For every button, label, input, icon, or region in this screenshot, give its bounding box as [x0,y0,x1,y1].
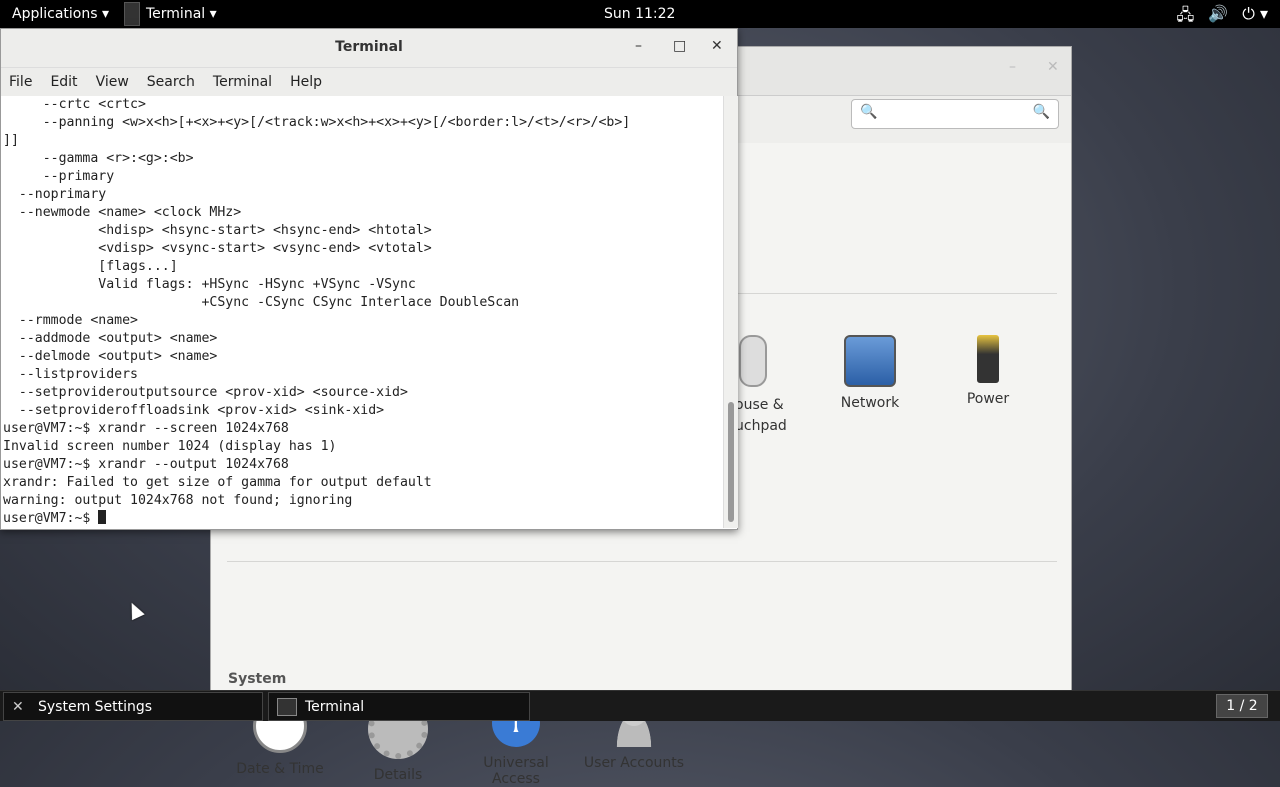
maximize-button[interactable]: □ [673,38,686,54]
task-label: System Settings [38,698,153,715]
section-header-system: System [228,671,287,687]
terminal-icon [277,697,297,716]
network-icon[interactable]: 🖧 [1176,4,1194,31]
terminal-window: Terminal – □ ✕ File Edit View Search Ter… [0,28,738,530]
volume-icon[interactable]: 🔊 [1208,4,1228,31]
minimize-button[interactable]: – [1009,59,1016,75]
settings-search-input[interactable]: 🔍 🔍 [851,99,1059,129]
task-label: Terminal [305,698,365,715]
divider [737,293,1057,294]
battery-icon [977,335,999,383]
close-button[interactable]: ✕ [711,38,723,54]
menu-file[interactable]: File [9,74,32,90]
terminal-menubar: File Edit View Search Terminal Help [1,68,737,97]
search-icon: 🔍 [1032,104,1050,120]
minimize-button[interactable]: – [635,38,642,54]
settings-icon: ✕ [12,698,24,715]
mouse-pointer [125,599,145,621]
tile-power[interactable]: Power [933,335,1043,407]
search-icon: 🔍 [860,104,878,120]
menu-search[interactable]: Search [147,74,195,90]
scrollbar-thumb[interactable] [728,402,734,522]
tile-label: Date & Time [236,761,324,777]
window-title: Terminal [335,39,403,55]
mouse-icon [739,335,767,387]
workspace-switcher[interactable]: 1 / 2 [1216,694,1268,718]
divider [227,561,1057,562]
menu-terminal[interactable]: Terminal [213,74,272,90]
terminal-titlebar[interactable]: Terminal – □ ✕ [1,29,737,68]
close-button[interactable]: ✕ [1047,59,1059,75]
terminal-console[interactable]: --crtc <crtc> --panning <w>x<h>[+<x>+<y>… [1,96,723,528]
applications-menu[interactable]: Applications ▾ [12,6,109,22]
clock[interactable]: Sun 11:22 [604,6,675,22]
tile-label: Power [966,391,1010,407]
scrollbar[interactable] [723,96,738,528]
task-terminal[interactable]: Terminal [268,692,530,721]
tile-network[interactable]: Network [815,335,925,411]
tile-label: User Accounts [583,755,685,771]
menu-help[interactable]: Help [290,74,322,90]
active-app-label: Terminal ▾ [146,6,217,22]
tile-label: Network [840,395,900,411]
task-system-settings[interactable]: ✕ System Settings [3,692,263,721]
console-output: --crtc <crtc> --panning <w>x<h>[+<x>+<y>… [3,97,631,526]
power-icon[interactable]: ⏻ ▾ [1242,4,1268,31]
text-cursor [98,510,107,524]
menu-view[interactable]: View [96,74,129,90]
network-icon [844,335,896,387]
tile-label: Universal Access [483,755,549,787]
terminal-icon [124,2,140,26]
menu-edit[interactable]: Edit [50,74,77,90]
active-app-menu[interactable]: Terminal ▾ [124,0,217,28]
tile-label: Details [373,767,423,783]
top-bar: Applications ▾ Terminal ▾ Sun 11:22 🖧 🔊 … [0,0,1280,28]
taskbar: ✕ System Settings Terminal 1 / 2 [0,690,1280,721]
